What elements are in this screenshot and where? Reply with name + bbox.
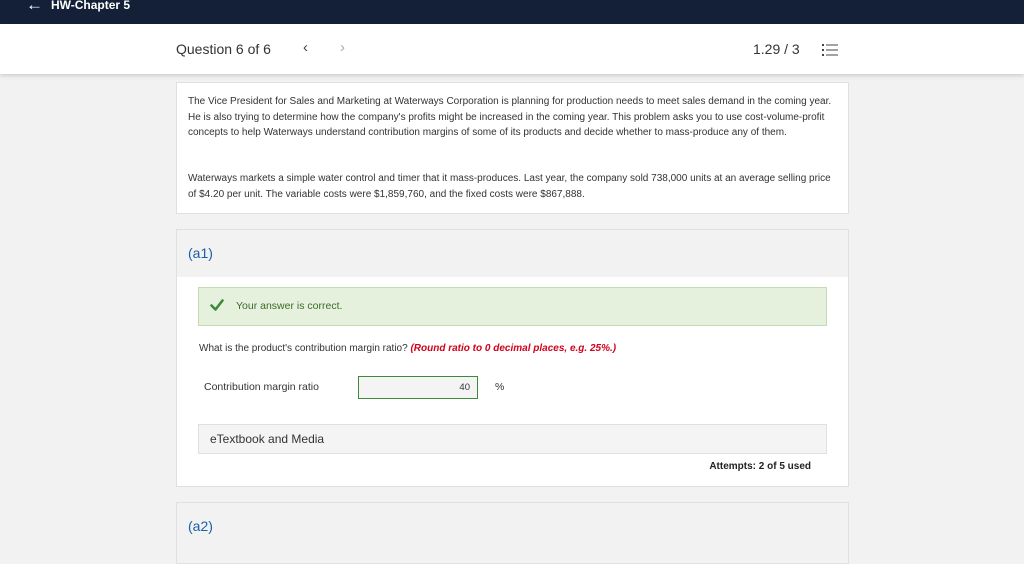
attempts-counter: Attempts: 2 of 5 used xyxy=(709,461,811,472)
part-a1-label: (a1) xyxy=(188,245,213,261)
intro-paragraph-1: The Vice President for Sales and Marketi… xyxy=(188,96,832,138)
question-nav-bar: Question 6 of 6 ‹ › 1.29 / 3 xyxy=(0,24,1024,74)
input-value: 40 xyxy=(459,382,470,393)
arrow-left-icon[interactable]: ← xyxy=(26,0,43,17)
question-text: What is the product's contribution margi… xyxy=(199,343,408,354)
question-counter: Question 6 of 6 xyxy=(176,41,271,57)
question-prompt: What is the product's contribution margi… xyxy=(199,343,616,354)
part-a2-label: (a2) xyxy=(188,518,213,534)
part-a2-card: (a2) xyxy=(176,502,849,564)
etextbook-label: eTextbook and Media xyxy=(210,432,325,446)
intro-paragraph-2: Waterways markets a simple water control… xyxy=(188,173,831,200)
problem-intro-card: The Vice President for Sales and Marketi… xyxy=(176,82,849,214)
feedback-text: Your answer is correct. xyxy=(236,300,343,312)
part-a1-card: (a1) Your answer is correct. What is the… xyxy=(176,229,849,487)
etextbook-media-panel[interactable]: eTextbook and Media xyxy=(198,424,827,454)
part-a2-header: (a2) xyxy=(177,503,848,563)
previous-question-button[interactable]: ‹ xyxy=(303,39,308,56)
check-icon xyxy=(210,299,224,311)
percent-unit: % xyxy=(495,381,505,393)
top-bar: ← HW-Chapter 5 xyxy=(0,0,1024,24)
correct-feedback-banner: Your answer is correct. xyxy=(198,287,827,326)
score-display: 1.29 / 3 xyxy=(753,41,800,57)
rounding-hint: (Round ratio to 0 decimal places, e.g. 2… xyxy=(410,343,617,354)
next-question-button[interactable]: › xyxy=(340,39,345,56)
contribution-margin-ratio-label: Contribution margin ratio xyxy=(204,381,319,393)
assignment-title: HW-Chapter 5 xyxy=(51,0,131,12)
list-icon[interactable] xyxy=(822,43,838,57)
contribution-margin-ratio-input[interactable]: 40 xyxy=(358,376,478,399)
part-a1-header: (a1) xyxy=(177,230,848,277)
